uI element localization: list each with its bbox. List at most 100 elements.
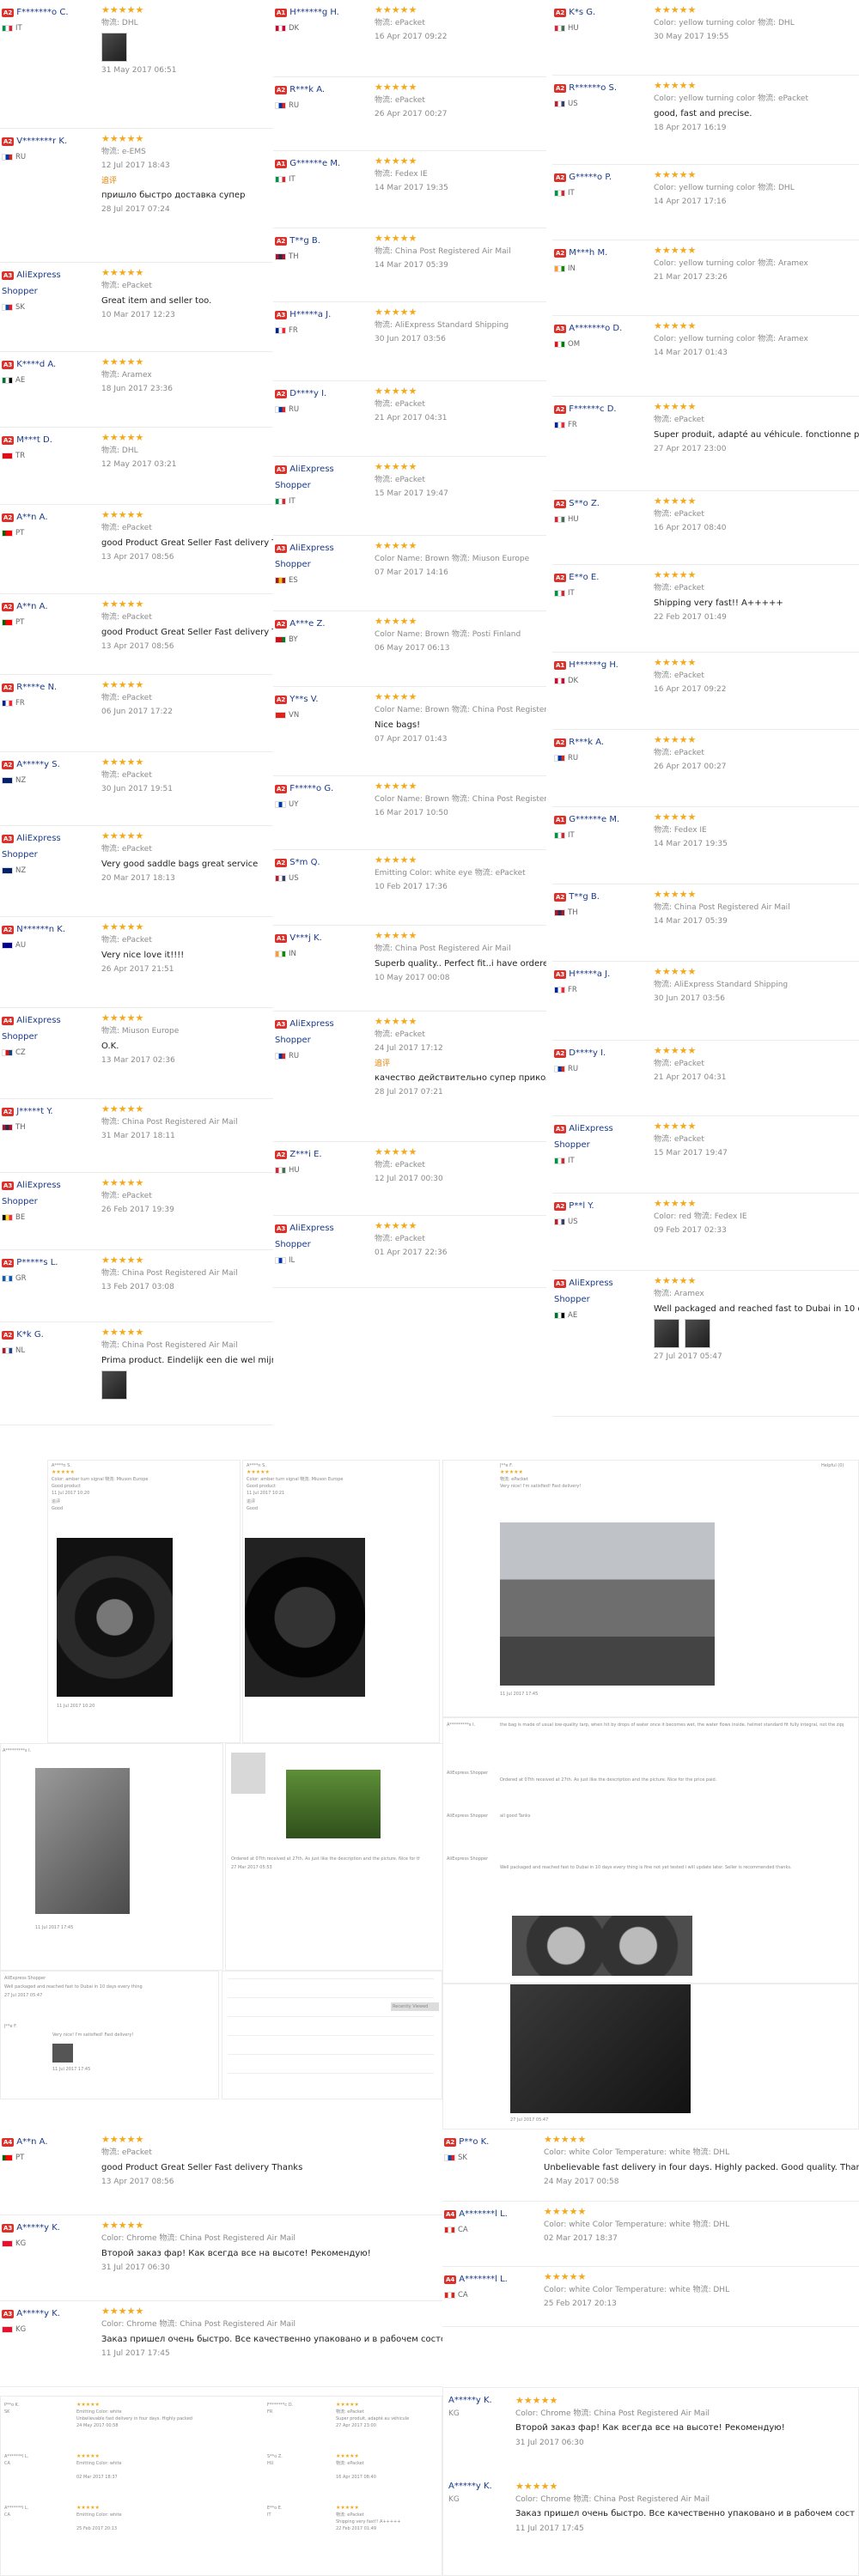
reviewer-name[interactable]: H******g H. [569,660,618,670]
reviewer-name[interactable]: F******c D. [569,404,616,414]
buyer-level-badge: A1 [275,933,288,943]
review-content: ★★★★★ 物流: Aramex Well packaged and reached… [654,1275,859,1361]
reviewer-name[interactable]: A**n A. [16,602,47,611]
reviewer-name[interactable]: H******g H. [289,8,339,17]
country-flag-icon [2,24,13,32]
buyer-level-badge: A2 [2,760,15,769]
reviewer-name[interactable]: G*****o P. [569,173,612,182]
reviewer-name[interactable]: Z***i E. [289,1150,321,1159]
reviewer-name[interactable]: P*****s L. [16,1258,58,1267]
reviewer-name[interactable]: K*s G. [569,8,595,17]
reviewer-name[interactable]: J*****t Y. [16,1107,52,1116]
review-content: ★★★★★ Color: Chrome 物流: China Post Regist… [101,2306,442,2358]
reviewer-name[interactable]: D****y I. [569,1048,606,1058]
reviewer-name[interactable]: M***h M. [569,248,607,258]
reviewer-name[interactable]: A*******l L. [459,2275,508,2284]
screenshot-review-motorcycle: J**e F. ★★★★★ 物流: ePacket Very nice! I'm sa… [442,1460,859,1717]
rating-stars: ★★★★★ [375,691,417,702]
review-date: 24 May 2017 00:58 [544,2178,619,2186]
divider [228,2035,434,2036]
reviewer-name[interactable]: P**o K. [459,2137,489,2147]
reviewer-name[interactable]: T**g B. [289,236,320,246]
reviewer-name[interactable]: H*****a J. [569,969,610,979]
reviewer-name[interactable]: T**g B. [569,892,600,902]
buyer-level-badge: A2 [554,8,567,17]
reviewer-name[interactable]: G******e M. [569,815,619,824]
review-content: ★★★★★ 物流: China Post Registered Air Mail 1… [375,233,546,270]
reviewer-name[interactable]: F*******o C. [16,8,68,17]
reviewer-info: A2 G*****o P. IT [554,168,640,197]
buyer-level-badge: A2 [2,1258,15,1267]
review-content: ★★★★★ 物流: e-EMS 12 Jul 2017 18:43 追评 пришло … [101,133,273,214]
reviewer-name[interactable]: D****y I. [289,389,326,398]
review-text: Well packaged and reached fast to Dubai … [654,1304,859,1314]
reviewer-name[interactable]: V***j K. [289,933,322,943]
country-code: KG [448,2495,460,2504]
rating-stars: ★★★★★ [654,1045,697,1056]
rating-stars: ★★★★★ [375,616,417,627]
reviewer-name[interactable]: S**o Z. [569,499,600,508]
reviewer-name[interactable]: K*k G. [16,1330,43,1340]
reviewer-name[interactable]: A*****y S. [16,760,59,769]
review-column-lower: A4 A**n A. PT ★★★★★ 物流: ePacket good Product … [0,2129,442,2387]
review-text: Good product [247,1484,276,1489]
buyer-level-badge: A3 [275,310,288,319]
review-photo-thumbnail[interactable] [101,1370,127,1400]
reviewer-name[interactable]: H*****a J. [289,310,331,319]
review-photo-thumbnail[interactable] [685,1319,710,1348]
reviewer-name[interactable]: R******o S. [569,83,617,93]
reviewer-name[interactable]: G******e M. [289,159,340,168]
reviewer-name[interactable]: A*******l L. [459,2209,508,2219]
reviewer-name[interactable]: A**n A. [16,513,47,522]
reviewer-name[interactable]: A*****y K. [16,2223,60,2233]
reviewer-name[interactable]: Y**s V. [289,695,318,704]
reviewer-country: IT [554,831,640,840]
rating-stars: ★★★★★ [544,2134,587,2145]
review-photo-thumbnail[interactable] [654,1319,679,1348]
reviewer-line: A3 AliExpress Shopper [2,829,88,862]
order-info: 物流: ePacket [654,671,704,680]
reviewer-name[interactable]: R****e N. [16,683,57,692]
review-text: good Product Great Seller Fast delivery … [101,628,273,637]
reviewer-name[interactable]: F*****o G. [289,784,333,793]
review-text: Prima product. Eindelijk een die wel mij… [101,1356,273,1365]
recently-viewed-button[interactable]: Recently Viewed [391,2002,439,2011]
buyer-level-badge: A2 [2,925,15,934]
reviewer-name[interactable]: V*******r K. [16,137,67,146]
review-content: ★★★★★ Color Name: Brown 物流: China Post Re… [375,691,546,744]
reviewer-info: A4 A**n A. PT [2,2133,88,2162]
reviewer-name[interactable]: N******n K. [16,925,65,934]
review-content: ★★★★★ 物流: ePacket 15 Mar 2017 19:47 [654,1121,859,1157]
review-photo-thumbnail[interactable] [101,33,127,62]
reviewer-name[interactable]: A*******o D. [569,324,622,333]
reviewer-name[interactable]: A*****y K. [16,2309,60,2318]
reviewer-name[interactable]: A***e Z. [289,619,325,629]
buyer-level-badge: A3 [275,465,288,474]
order-info: Color: yellow turning color 物流: DHL [654,19,795,27]
country-flag-icon [554,908,565,916]
rating-stars: ★★★★★ [375,307,417,318]
buyer-level-badge: A2 [2,1107,15,1116]
followup-text: Good [52,1506,64,1511]
reviewer-name[interactable]: M***t D. [16,435,52,445]
order-info: Color: white Color Temperature: white 物流… [544,2221,730,2229]
country-flag-icon [275,800,286,808]
reviewer-line: A2 V*******r K. [2,132,88,149]
country-code: RU [289,405,300,414]
reviewer-name[interactable]: R***k A. [289,85,325,94]
country-flag-icon [2,699,13,707]
review-date: 26 Apr 2017 00:27 [375,110,448,118]
reviewer-name[interactable]: R***k A. [569,738,604,747]
country-code: FR [267,2409,273,2415]
reviewer-line: A2 K*s G. [554,3,640,20]
reviewer-name[interactable]: S*m Q. [289,858,320,867]
reviewer-name[interactable]: P**l Y. [569,1201,594,1211]
review-item: A2 F*******o C. IT ★★★★★ 物流: DHL 31 May 2017 … [0,0,273,129]
reviewer-name[interactable]: E**o E. [569,573,599,582]
review-date: 10 Mar 2017 12:23 [101,311,175,319]
reviewer-name[interactable]: A**n A. [16,2137,47,2147]
review-content: ★★★★★ Color: yellow turning color 物流: ePa… [654,80,859,132]
review-date: 09 Feb 2017 02:33 [654,1226,727,1235]
reviewer-name[interactable]: K****d A. [16,360,56,369]
reviewer-info: A3 AliExpress Shopper AE [554,1274,640,1320]
